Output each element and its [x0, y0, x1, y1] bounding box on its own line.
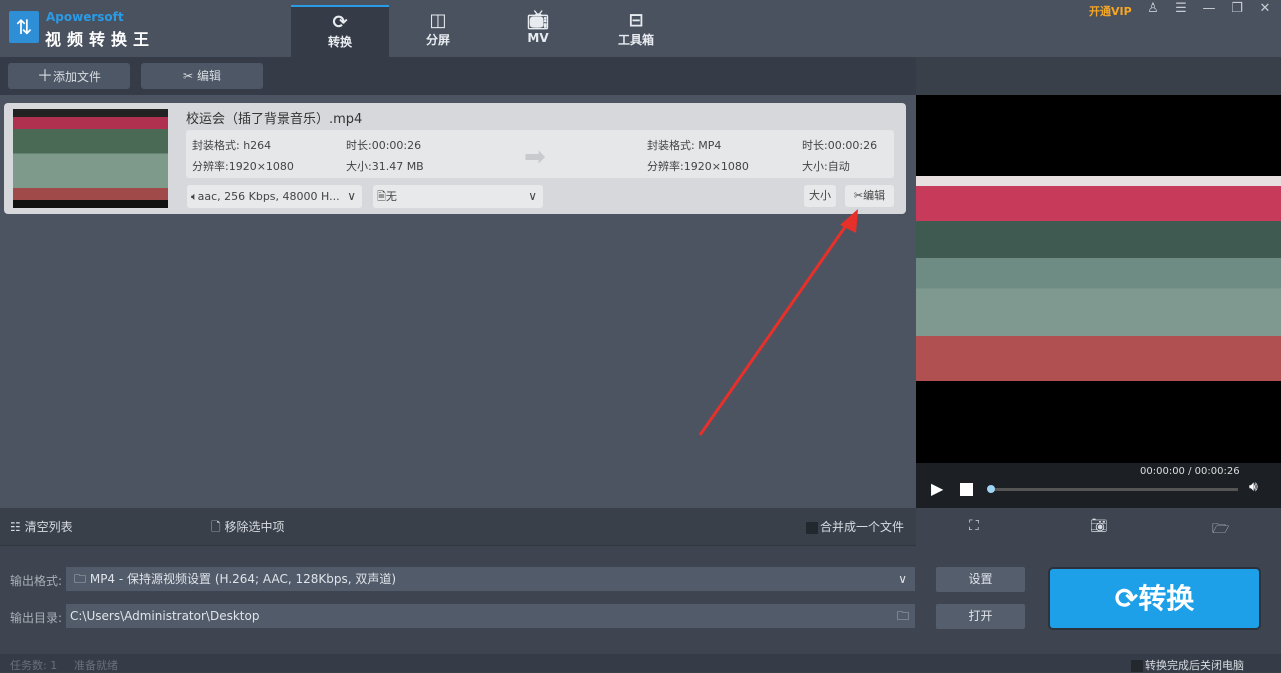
- speaker-icon: 🔈︎: [191, 190, 198, 203]
- tab-mv[interactable]: 📺︎ MV: [489, 5, 587, 57]
- target-duration: 时长:00:00:26: [802, 139, 878, 152]
- remove-file-icon: 🗋: [211, 520, 221, 534]
- status-text: 准备就绪: [74, 659, 118, 672]
- video-frame: [916, 176, 1281, 381]
- vip-link[interactable]: 开通VIP: [1089, 3, 1132, 19]
- audio-track-select[interactable]: 🔈︎aac, 256 Kbps, 48000 H... ∨: [187, 185, 362, 208]
- camera-icon[interactable]: 📷︎: [1090, 518, 1108, 534]
- app-name: 视频转换王: [45, 30, 156, 49]
- output-dir-label: 输出目录:: [10, 611, 63, 625]
- item-edit-button[interactable]: ✂编辑: [845, 185, 894, 207]
- checkbox-label: 合并成一个文件: [820, 520, 905, 534]
- folder-open-icon[interactable]: 🗁: [1212, 518, 1229, 542]
- add-file-button[interactable]: ＋添加文件: [8, 63, 130, 89]
- minimize-icon[interactable]: —: [1199, 1, 1219, 16]
- button-label: 移除选中项: [224, 520, 285, 534]
- tv-icon: 📺︎: [526, 10, 550, 31]
- button-label: 转换: [1138, 582, 1195, 615]
- source-size: 大小:31.47 MB: [346, 160, 424, 173]
- seek-handle[interactable]: [987, 485, 995, 493]
- tab-convert[interactable]: ⟳ 转换: [291, 5, 389, 57]
- edit-button[interactable]: ✂ 编辑: [141, 63, 263, 89]
- browse-folder-icon[interactable]: 🗀: [897, 604, 909, 628]
- settings-button[interactable]: 设置: [936, 567, 1025, 592]
- brand-name: Apowersoft: [46, 10, 124, 24]
- tab-label: 工具箱: [617, 33, 654, 47]
- shutdown-checkbox[interactable]: 转换完成后关闭电脑: [1131, 657, 1244, 673]
- stop-icon[interactable]: [960, 483, 973, 496]
- seek-bar[interactable]: [990, 488, 1238, 491]
- source-format: 封装格式: h264: [192, 139, 272, 152]
- plus-icon: ＋: [36, 66, 53, 85]
- tab-label: MV: [527, 31, 549, 45]
- annotation-arrow: [698, 209, 858, 436]
- toolbox-icon: ⊟: [628, 10, 644, 31]
- toolbar: [0, 57, 916, 95]
- menu-icon[interactable]: ☰: [1171, 1, 1191, 16]
- tab-split-screen[interactable]: ◫ 分屏: [389, 5, 487, 57]
- source-duration: 时长:00:00:26: [346, 139, 422, 152]
- source-resolution: 分辨率:1920×1080: [192, 160, 294, 173]
- checkbox[interactable]: [1131, 660, 1143, 672]
- remove-selected-button[interactable]: 🗋 移除选中项: [211, 518, 285, 539]
- action-bar: [0, 508, 916, 546]
- button-label: 编辑: [863, 189, 886, 202]
- tab-toolbox[interactable]: ⊟ 工具箱: [587, 5, 685, 57]
- target-size: 大小:自动: [802, 160, 850, 173]
- checkbox-label: 转换完成后关闭电脑: [1145, 659, 1244, 672]
- target-resolution: 分辨率:1920×1080: [647, 160, 749, 173]
- clear-list-button[interactable]: ☷ 清空列表: [10, 518, 73, 535]
- fullscreen-icon[interactable]: ⛶: [969, 518, 979, 534]
- refresh-icon: ⟳: [1114, 582, 1139, 615]
- split-screen-icon: ◫: [429, 10, 447, 31]
- task-count: 任务数: 1: [10, 659, 58, 672]
- output-format-select[interactable]: 🗀 MP4 - 保持源视频设置 (H.264; AAC, 128Kbps, 双声…: [66, 567, 915, 591]
- convert-button[interactable]: ⟳转换: [1050, 569, 1259, 628]
- chevron-down-icon: ∨: [347, 189, 356, 203]
- close-icon[interactable]: ✕: [1255, 1, 1275, 16]
- clear-list-icon: ☷: [10, 520, 21, 534]
- play-icon[interactable]: ▶: [931, 479, 943, 498]
- subtitle-select[interactable]: 🗎无 ∨: [373, 185, 543, 208]
- output-format-label: 输出格式:: [10, 574, 63, 588]
- chevron-down-icon: ∨: [528, 189, 537, 203]
- select-value: 无: [385, 190, 397, 203]
- playback-time: 00:00:00 / 00:00:26: [1140, 466, 1240, 477]
- file-name: 校运会（插了背景音乐）.mp4: [186, 112, 363, 127]
- target-format: 封装格式: MP4: [647, 139, 722, 152]
- refresh-icon: ⟳: [332, 12, 348, 33]
- button-label: 添加文件: [53, 70, 102, 84]
- button-label: 清空列表: [24, 520, 73, 534]
- document-icon: 🗎: [377, 190, 386, 203]
- tab-label: 转换: [327, 35, 352, 49]
- merge-checkbox[interactable]: 合并成一个文件: [806, 518, 904, 535]
- checkbox[interactable]: [806, 521, 818, 534]
- scissors-icon: ✂: [853, 189, 864, 202]
- scissors-icon: ✂: [183, 69, 194, 83]
- size-button[interactable]: 大小: [804, 185, 836, 207]
- format-icon: 🗀: [74, 572, 87, 586]
- user-icon[interactable]: ♙: [1143, 1, 1163, 16]
- restore-icon[interactable]: ❐: [1227, 1, 1247, 16]
- video-thumbnail: [13, 109, 168, 208]
- output-dir-input[interactable]: C:\Users\Administrator\Desktop 🗀: [66, 604, 915, 628]
- open-folder-button[interactable]: 打开: [936, 604, 1025, 629]
- volume-icon[interactable]: 🔊︎: [1249, 479, 1258, 495]
- select-value: MP4 - 保持源视频设置 (H.264; AAC, 128Kbps, 双声道): [89, 572, 397, 586]
- status-bar: [0, 654, 1281, 672]
- arrow-right-icon: ➡: [524, 142, 546, 172]
- input-value: C:\Users\Administrator\Desktop: [70, 609, 260, 623]
- app-logo-icon: ⇅: [9, 11, 39, 43]
- tab-label: 分屏: [425, 33, 450, 47]
- button-label: 编辑: [196, 69, 221, 83]
- select-value: aac, 256 Kbps, 48000 H...: [197, 190, 340, 203]
- chevron-down-icon: ∨: [898, 572, 907, 586]
